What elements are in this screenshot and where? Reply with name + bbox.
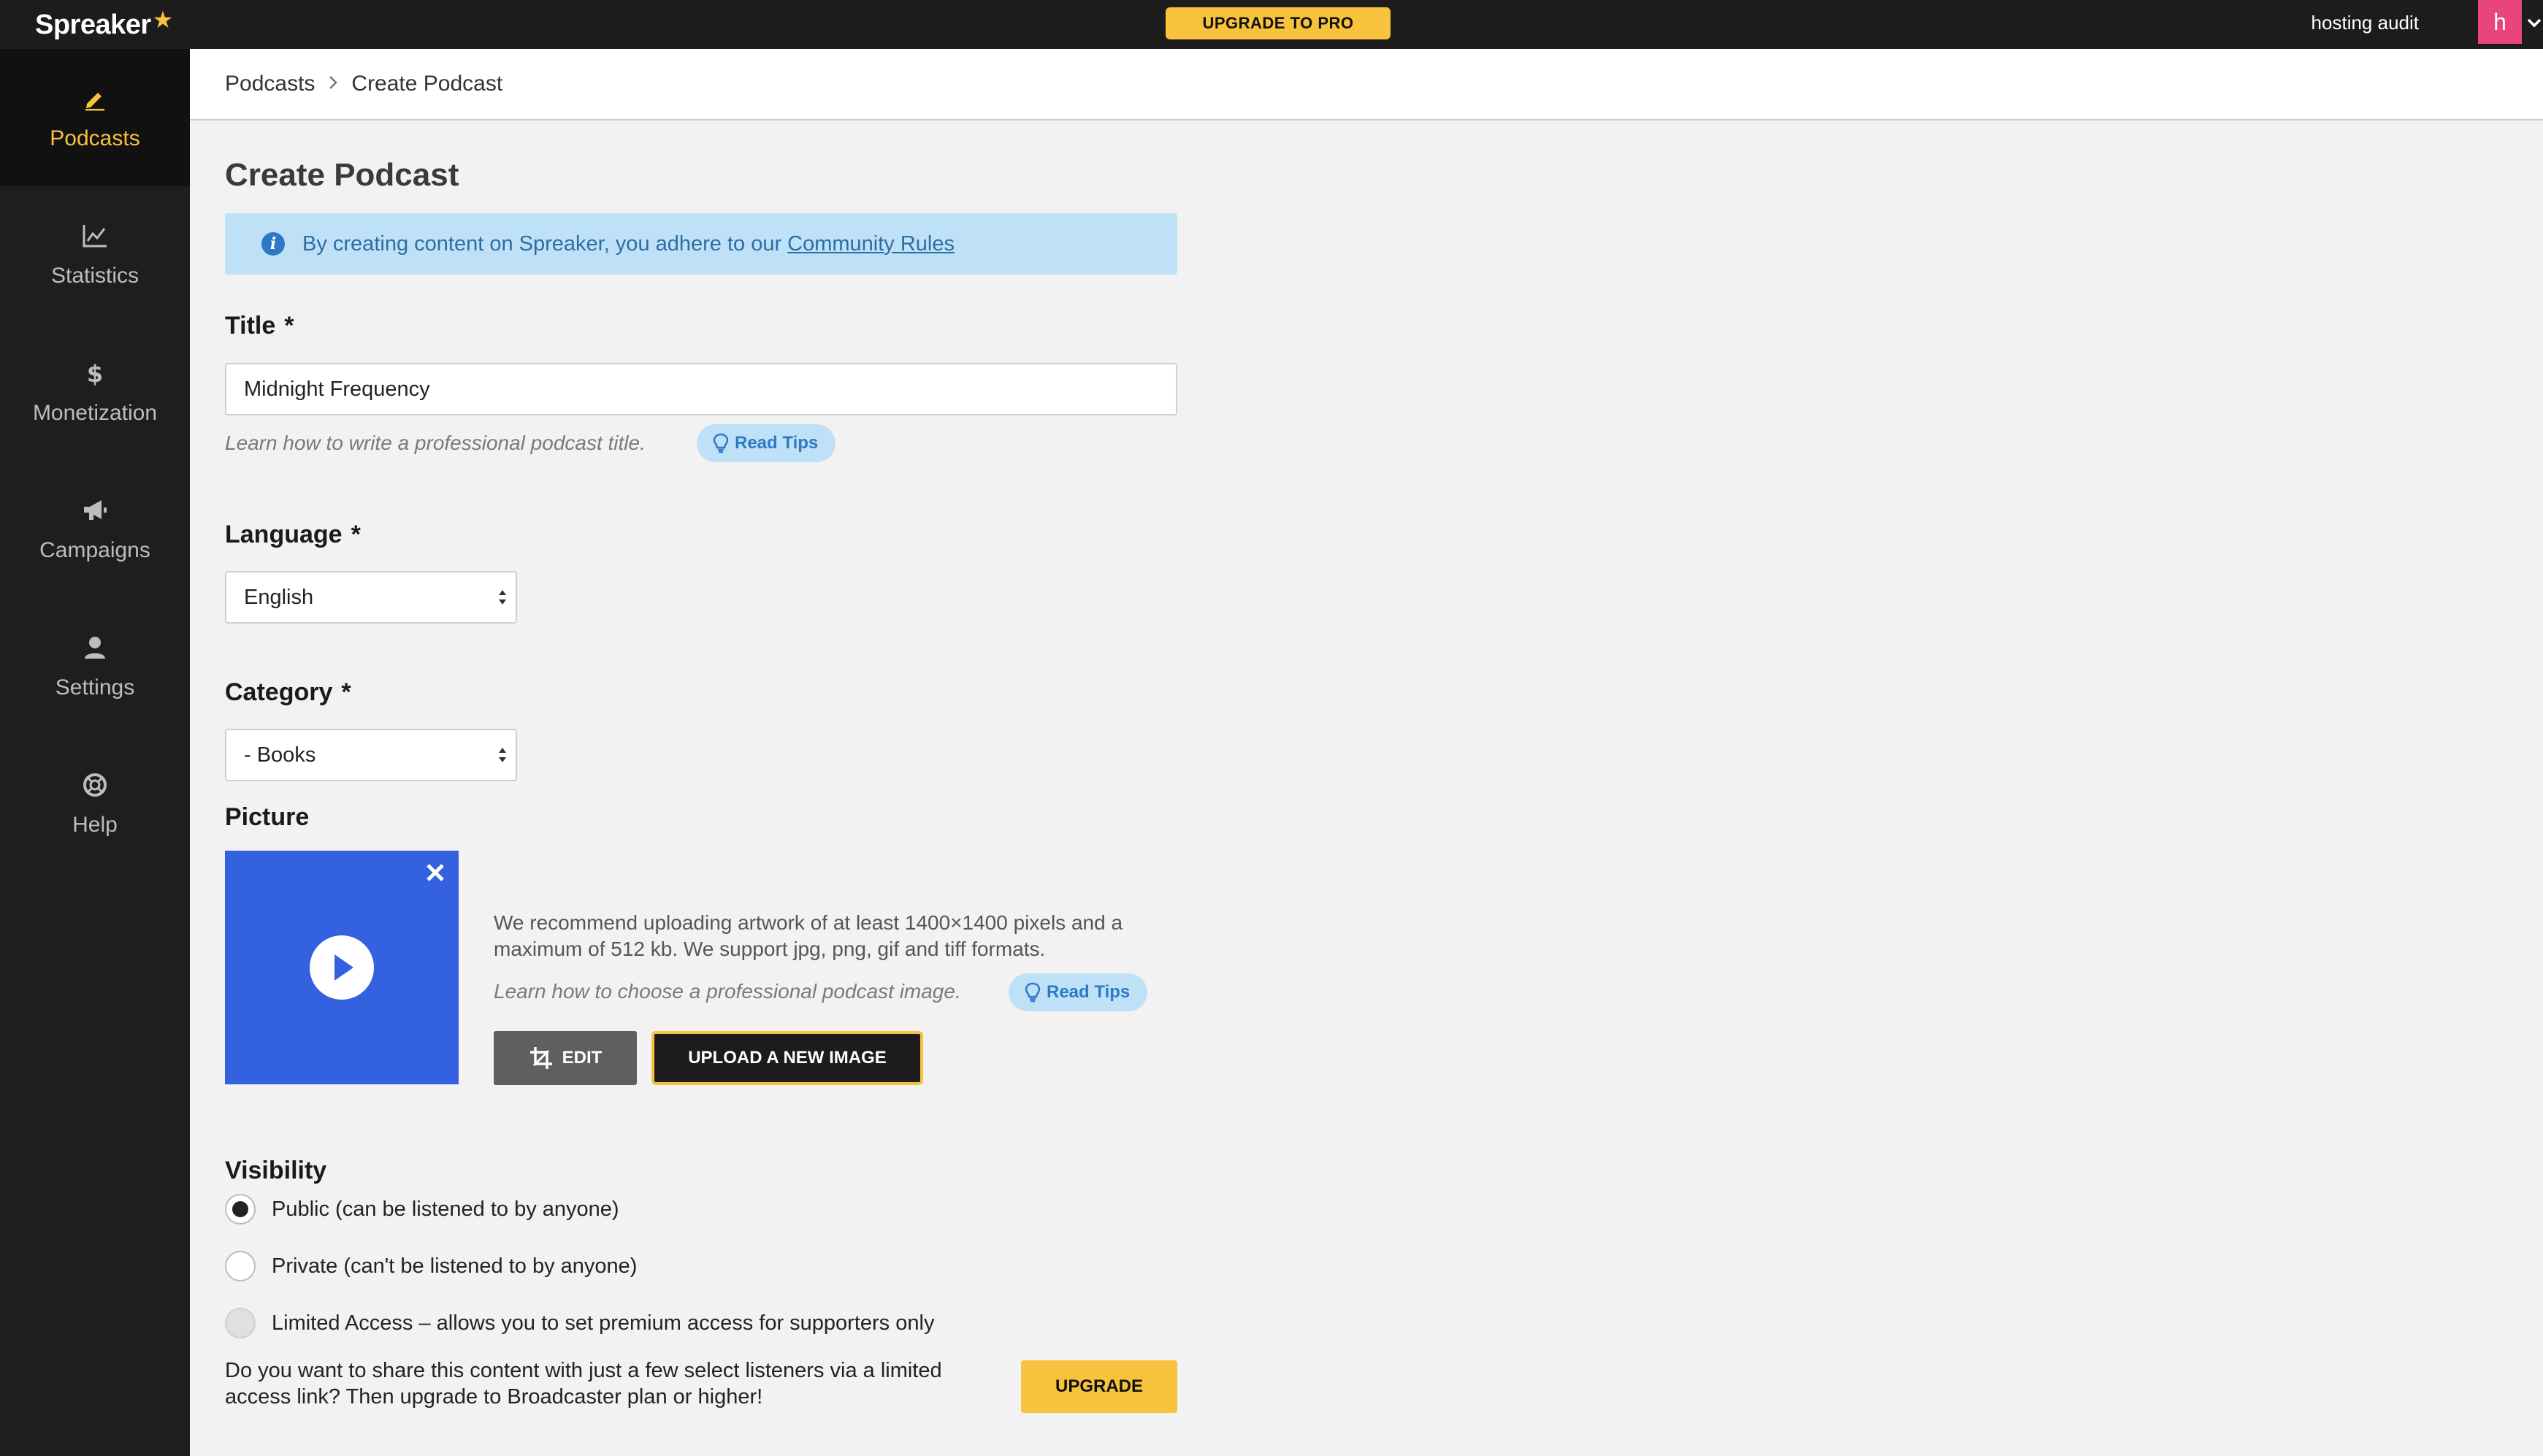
sidebar-item-label: Settings <box>55 675 135 700</box>
visibility-label: Visibility <box>225 1157 327 1184</box>
sidebar-item-label: Statistics <box>50 264 139 288</box>
pencil-icon <box>80 84 110 113</box>
breadcrumb-podcasts-link[interactable]: Podcasts <box>225 72 315 96</box>
lightbulb-icon <box>1025 982 1041 1003</box>
visibility-option-label: Private (can't be listened to by anyone) <box>272 1254 638 1278</box>
sidebar-item-label: Monetization <box>32 401 158 425</box>
chart-icon <box>80 221 110 250</box>
upload-new-image-button[interactable]: UPLOAD A NEW IMAGE <box>651 1031 923 1085</box>
sidebar: Podcasts Statistics $ Monetization Campa… <box>0 49 190 1456</box>
logo-star-icon: ★ <box>152 7 174 33</box>
breadcrumb: Podcasts Create Podcast <box>190 49 2543 120</box>
dollar-icon: $ <box>80 359 110 388</box>
category-value: - Books <box>244 743 316 767</box>
required-mark: * <box>284 312 294 340</box>
crop-icon <box>529 1047 552 1069</box>
info-icon: i <box>261 232 285 256</box>
sidebar-item-label: Campaigns <box>39 538 150 562</box>
page-title: Create Podcast <box>225 157 459 193</box>
category-select[interactable]: - Books <box>225 729 517 781</box>
radio-button[interactable] <box>225 1251 256 1281</box>
banner-text: By creating content on Spreaker, you adh… <box>302 231 782 256</box>
community-rules-link[interactable]: Community Rules <box>787 232 955 256</box>
language-select[interactable]: English <box>225 571 517 624</box>
visibility-option-label: Public (can be listened to by anyone) <box>272 1197 619 1221</box>
title-read-tips-button[interactable]: Read Tips <box>697 424 836 462</box>
title-hint: Learn how to write a professional podcas… <box>225 432 646 454</box>
logo-text: Spreaker <box>35 9 151 40</box>
chevron-down-icon[interactable] <box>2525 10 2543 35</box>
edit-image-button[interactable]: EDIT <box>494 1031 637 1085</box>
visibility-option-limited: Limited Access – allows you to set premi… <box>225 1308 934 1338</box>
language-label-text: Language <box>225 521 343 548</box>
required-mark: * <box>351 521 361 548</box>
read-tips-label: Read Tips <box>1047 982 1131 1002</box>
breadcrumb-current: Create Podcast <box>351 72 503 96</box>
visibility-option-public[interactable]: Public (can be listened to by anyone) <box>225 1194 619 1225</box>
select-arrows-icon <box>498 745 507 765</box>
close-icon[interactable] <box>421 858 450 887</box>
upgrade-button[interactable]: UPGRADE <box>1021 1360 1177 1413</box>
lifebuoy-icon <box>80 770 110 800</box>
radio-button-checked[interactable] <box>225 1194 256 1225</box>
svg-text:$: $ <box>87 360 103 386</box>
picture-description: We recommend uploading artwork of at lea… <box>494 911 1123 960</box>
megaphone-icon <box>80 496 110 525</box>
sidebar-item-statistics[interactable]: Statistics <box>0 186 190 323</box>
category-label-text: Category <box>225 678 333 706</box>
spreaker-logo[interactable]: Spreaker ★ <box>35 4 173 45</box>
community-rules-banner: i By creating content on Spreaker, you a… <box>225 213 1177 275</box>
visibility-option-private[interactable]: Private (can't be listened to by anyone) <box>225 1251 637 1281</box>
required-mark: * <box>341 678 351 706</box>
avatar[interactable]: h <box>2478 0 2522 44</box>
sidebar-item-label: Help <box>72 813 118 837</box>
select-arrows-icon <box>498 587 507 608</box>
podcast-artwork <box>225 851 459 1084</box>
limited-access-upsell: Do you want to share this content with j… <box>225 1359 942 1409</box>
user-icon <box>80 633 110 662</box>
radio-button-disabled <box>225 1308 256 1338</box>
picture-hint: Learn how to choose a professional podca… <box>494 980 961 1003</box>
chevron-right-icon <box>328 73 338 96</box>
title-label-text: Title <box>225 312 276 340</box>
play-icon <box>310 935 374 1000</box>
sidebar-item-monetization[interactable]: $ Monetization <box>0 323 190 461</box>
top-bar: Spreaker ★ UPGRADE TO PRO hosting audit h <box>0 0 2543 49</box>
sidebar-item-settings[interactable]: Settings <box>0 598 190 735</box>
sidebar-item-campaigns[interactable]: Campaigns <box>0 461 190 598</box>
sidebar-item-label: Podcasts <box>50 126 140 150</box>
picture-read-tips-button[interactable]: Read Tips <box>1009 973 1148 1011</box>
visibility-option-label: Limited Access – allows you to set premi… <box>272 1311 935 1335</box>
sidebar-item-podcasts[interactable]: Podcasts <box>0 49 190 186</box>
read-tips-label: Read Tips <box>735 433 819 453</box>
title-input[interactable] <box>225 363 1177 415</box>
edit-label: EDIT <box>562 1048 603 1068</box>
picture-label: Picture <box>225 803 310 831</box>
upgrade-to-pro-button[interactable]: UPGRADE TO PRO <box>1166 7 1391 39</box>
category-label: Category * <box>225 678 351 707</box>
language-label: Language * <box>225 521 361 549</box>
title-label: Title * <box>225 312 294 340</box>
lightbulb-icon <box>713 433 729 453</box>
account-name[interactable]: hosting audit <box>2311 0 2419 45</box>
language-value: English <box>244 585 314 609</box>
sidebar-item-help[interactable]: Help <box>0 735 190 873</box>
